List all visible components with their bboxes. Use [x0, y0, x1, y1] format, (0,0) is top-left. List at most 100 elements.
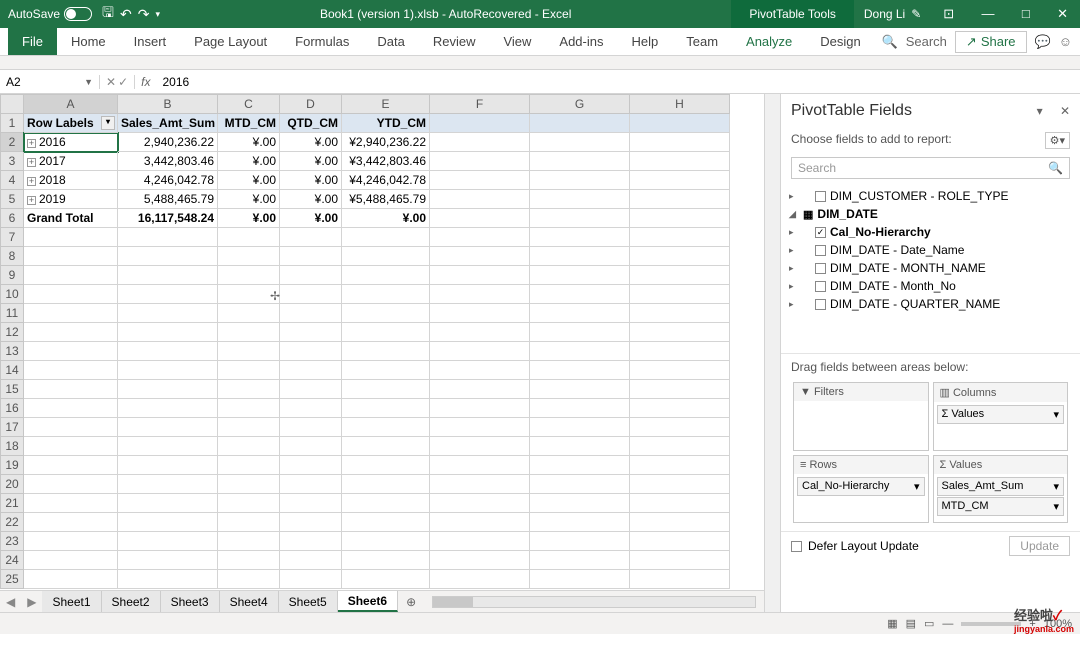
field-checkbox[interactable] [815, 281, 826, 292]
confirm-formula-icon[interactable]: ✓ [118, 75, 128, 89]
cell[interactable] [218, 418, 280, 437]
close-icon[interactable]: ✕ [1045, 6, 1080, 21]
cell[interactable] [530, 323, 630, 342]
name-box[interactable]: A2 ▼ [0, 75, 100, 89]
cell[interactable] [218, 437, 280, 456]
field-checkbox[interactable] [815, 191, 826, 202]
cell[interactable] [630, 380, 730, 399]
cell[interactable] [630, 266, 730, 285]
toggle-off-icon[interactable] [64, 7, 92, 21]
cell[interactable] [280, 342, 342, 361]
row-header[interactable]: 5 [0, 190, 24, 209]
cell[interactable] [630, 456, 730, 475]
cell[interactable] [430, 323, 530, 342]
row-header[interactable]: 2 [0, 133, 24, 152]
row-header[interactable]: 3 [0, 152, 24, 171]
col-header-c[interactable]: C [218, 94, 280, 114]
cell[interactable] [342, 361, 430, 380]
cell[interactable] [118, 285, 218, 304]
zoom-slider[interactable] [961, 622, 1021, 626]
cell[interactable] [280, 285, 342, 304]
tab-home[interactable]: Home [57, 28, 120, 55]
cell[interactable] [218, 532, 280, 551]
cell[interactable] [218, 304, 280, 323]
cell[interactable] [280, 532, 342, 551]
cell[interactable] [280, 513, 342, 532]
cell[interactable] [218, 551, 280, 570]
namebox-dropdown-icon[interactable]: ▼ [84, 77, 93, 87]
cell[interactable] [342, 513, 430, 532]
cell[interactable]: Row Labels [24, 114, 118, 133]
cell[interactable] [118, 361, 218, 380]
pane-close-icon[interactable]: ✕ [1060, 104, 1070, 118]
autosave-toggle[interactable]: AutoSave [8, 7, 92, 21]
cell[interactable] [118, 437, 218, 456]
field-item[interactable]: ▸DIM_DATE - MONTH_NAME [787, 259, 1074, 277]
cell[interactable] [530, 247, 630, 266]
cell[interactable] [630, 494, 730, 513]
cell[interactable] [280, 361, 342, 380]
cell[interactable] [530, 133, 630, 152]
cell[interactable] [24, 380, 118, 399]
cell[interactable] [630, 342, 730, 361]
cell[interactable] [630, 304, 730, 323]
cell[interactable] [218, 342, 280, 361]
col-header-g[interactable]: G [530, 94, 630, 114]
minimize-icon[interactable]: — [970, 6, 1007, 21]
cell[interactable] [342, 418, 430, 437]
row-header[interactable]: 17 [0, 418, 24, 437]
col-header-b[interactable]: B [118, 94, 218, 114]
tab-formulas[interactable]: Formulas [281, 28, 363, 55]
cell[interactable] [430, 456, 530, 475]
cell[interactable] [218, 513, 280, 532]
tab-review[interactable]: Review [419, 28, 490, 55]
field-checkbox[interactable] [815, 263, 826, 274]
maximize-icon[interactable]: □ [1010, 6, 1042, 21]
cell[interactable] [530, 532, 630, 551]
search-label[interactable]: Search [906, 34, 947, 49]
cell[interactable] [342, 532, 430, 551]
tab-analyze[interactable]: Analyze [732, 28, 806, 55]
cell[interactable] [530, 114, 630, 133]
sheet-tab[interactable]: Sheet3 [161, 591, 220, 612]
expand-tri-icon[interactable]: ▸ [789, 191, 794, 202]
area-item[interactable]: Σ Values▾ [937, 405, 1065, 424]
cell[interactable] [342, 437, 430, 456]
cell[interactable] [630, 285, 730, 304]
cell[interactable]: ¥4,246,042.78 [342, 171, 430, 190]
expand-icon[interactable]: + [27, 139, 36, 148]
field-checkbox[interactable]: ✓ [815, 227, 826, 238]
row-header[interactable]: 18 [0, 437, 24, 456]
cell[interactable] [342, 570, 430, 589]
cell[interactable] [430, 418, 530, 437]
cell[interactable] [630, 133, 730, 152]
cell[interactable] [342, 228, 430, 247]
row-header[interactable]: 23 [0, 532, 24, 551]
row-header[interactable]: 14 [0, 361, 24, 380]
cell[interactable] [630, 209, 730, 228]
cell[interactable]: 16,117,548.24 [118, 209, 218, 228]
cell[interactable]: ¥.00 [218, 209, 280, 228]
cell[interactable] [118, 532, 218, 551]
cell[interactable] [630, 532, 730, 551]
cell[interactable]: ¥.00 [280, 190, 342, 209]
area-item[interactable]: Cal_No-Hierarchy▾ [797, 477, 925, 496]
comments-icon[interactable]: 💬 [1035, 34, 1051, 50]
cancel-formula-icon[interactable]: ✕ [106, 75, 116, 89]
cell[interactable] [280, 266, 342, 285]
cell[interactable] [342, 475, 430, 494]
cell[interactable] [24, 570, 118, 589]
col-header-d[interactable]: D [280, 94, 342, 114]
cell[interactable] [218, 570, 280, 589]
cell[interactable]: Grand Total [24, 209, 118, 228]
cell[interactable] [280, 228, 342, 247]
cell[interactable] [630, 513, 730, 532]
cell[interactable] [530, 152, 630, 171]
cell[interactable] [118, 228, 218, 247]
cell[interactable] [24, 266, 118, 285]
tab-view[interactable]: View [489, 28, 545, 55]
cell[interactable] [118, 342, 218, 361]
item-dropdown-icon[interactable]: ▾ [1053, 408, 1059, 421]
cell[interactable] [530, 456, 630, 475]
col-header-h[interactable]: H [630, 94, 730, 114]
